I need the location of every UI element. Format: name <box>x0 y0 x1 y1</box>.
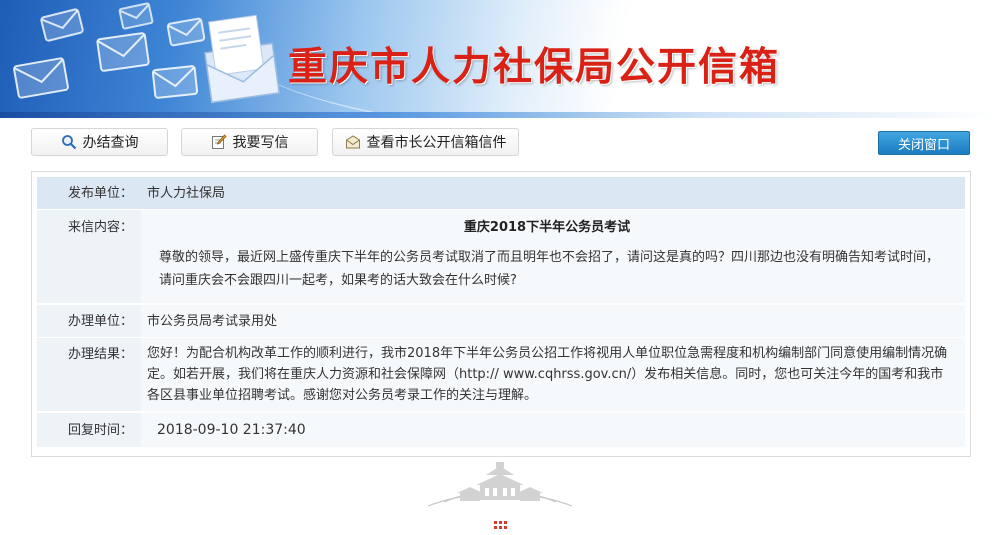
pencil-icon <box>211 134 227 150</box>
open-envelope-icon <box>196 12 284 104</box>
handler-label: 办理单位： <box>37 305 141 337</box>
letter-detail-panel: 发布单位： 市人力社保局 来信内容： 重庆2018下半年公务员考试 尊敬的领导，… <box>31 171 971 457</box>
city-emblem-icon <box>424 462 576 508</box>
publisher-label: 发布单位： <box>37 177 141 209</box>
mayor-mailbox-button[interactable]: 查看市长公开信箱信件 <box>332 128 519 156</box>
mail-icon <box>345 134 361 150</box>
write-letter-button-label: 我要写信 <box>232 135 289 151</box>
envelope-icon <box>12 56 70 100</box>
search-icon <box>61 134 77 150</box>
query-button-label: 办结查询 <box>82 135 139 151</box>
write-letter-button[interactable]: 我要写信 <box>181 128 318 156</box>
reply-time-value: 2018-09-10 21:37:40 <box>141 413 965 447</box>
mayor-mailbox-button-label: 查看市长公开信箱信件 <box>366 135 507 151</box>
reply-time-label: 回复时间： <box>37 413 141 447</box>
envelope-icon <box>95 30 151 74</box>
publisher-value: 市人力社保局 <box>141 177 965 209</box>
letter-subject: 重庆2018下半年公务员考试 <box>463 220 631 235</box>
result-value: 您好！为配合机构改革工作的顺利进行，我市2018年下半年公务员公招工作将视用人单… <box>141 338 965 411</box>
reply-time-row: 回复时间： 2018-09-10 21:37:40 <box>37 413 965 448</box>
footer-mark-icon <box>494 516 508 529</box>
banner-bottom-strip <box>0 112 1000 118</box>
query-button[interactable]: 办结查询 <box>31 128 168 156</box>
letter-content-cell: 重庆2018下半年公务员考试 尊敬的领导，最近网上盛传重庆下半年的公务员考试取消… <box>141 210 965 303</box>
letter-content-label: 来信内容： <box>37 210 141 303</box>
handler-value: 市公务员局考试录用处 <box>141 305 965 337</box>
close-window-button[interactable]: 关闭窗口 <box>878 131 970 155</box>
toolbar: 办结查询 我要写信 查看市长公开信箱信件 关闭窗口 <box>0 128 1000 158</box>
letter-content-row: 来信内容： 重庆2018下半年公务员考试 尊敬的领导，最近网上盛传重庆下半年的公… <box>37 210 965 304</box>
result-row: 办理结果： 您好！为配合机构改革工作的顺利进行，我市2018年下半年公务员公招工… <box>37 338 965 412</box>
banner-title: 重庆市人力社保局公开信箱 <box>288 45 781 90</box>
envelope-icon <box>118 2 154 30</box>
result-label: 办理结果： <box>37 338 141 411</box>
handler-row: 办理单位： 市公务员局考试录用处 <box>37 305 965 338</box>
envelope-icon <box>40 8 84 42</box>
envelope-icon <box>150 62 200 102</box>
publisher-row: 发布单位： 市人力社保局 <box>37 177 965 210</box>
header-banner: 重庆市人力社保局公开信箱 <box>0 0 1000 118</box>
letter-content-text: 尊敬的领导，最近网上盛传重庆下半年的公务员考试取消了而且明年也不会招了，请问这是… <box>159 250 940 288</box>
